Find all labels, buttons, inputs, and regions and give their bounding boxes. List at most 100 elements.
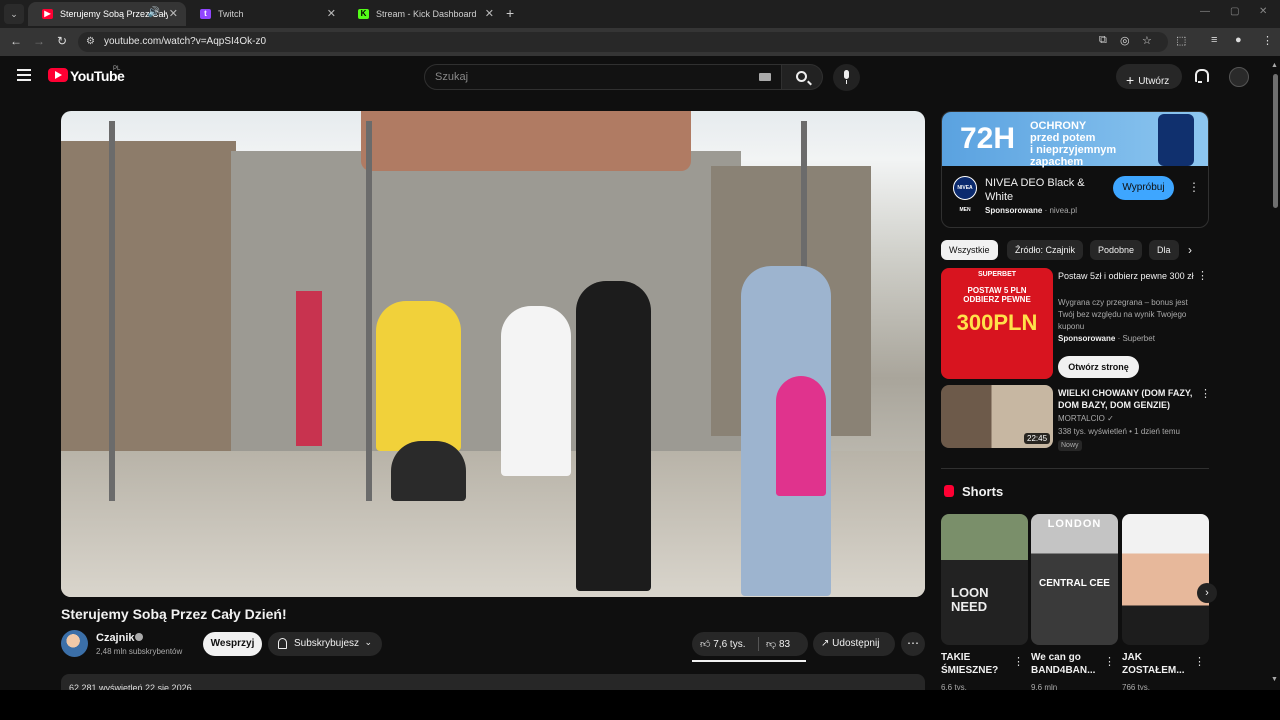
short-title[interactable]: TAKIE ŚMIESZNE? bbox=[941, 651, 1011, 677]
sponsored-label: Sponsorowane bbox=[1058, 334, 1116, 343]
more-actions-button[interactable]: ⋯ bbox=[901, 632, 925, 656]
sponsored-ad-card[interactable]: 72H OCHRONY przed potem i nieprzyjemnym … bbox=[941, 111, 1209, 228]
like-count: 7,6 tys. bbox=[713, 639, 746, 650]
short-title[interactable]: We can go BAND4BAN... bbox=[1031, 651, 1101, 677]
more-options-icon[interactable]: ⋮ bbox=[1197, 269, 1208, 282]
more-options-icon[interactable]: ⋮ bbox=[1200, 387, 1211, 400]
short-title[interactable]: JAK ZOSTAŁEM... bbox=[1122, 651, 1192, 677]
more-options-icon[interactable]: ⋮ bbox=[1013, 655, 1024, 668]
filter-chips: Wszystkie Źródło: Czajnik Podobne Dla bbox=[941, 240, 1209, 260]
scene-person-yellow-hoodie bbox=[376, 301, 461, 451]
open-page-button[interactable]: Otwórz stronę bbox=[1058, 356, 1139, 378]
scroll-down-icon[interactable]: ▼ bbox=[1271, 676, 1278, 683]
verified-check-icon: ✓ bbox=[1107, 414, 1114, 423]
close-icon[interactable]: ✕ bbox=[327, 7, 336, 20]
subscriber-count: 2,48 mln subskrybentów bbox=[96, 647, 183, 656]
channel-name[interactable]: Czajnik bbox=[96, 632, 135, 644]
nivea-logo[interactable]: NIVEA MEN bbox=[953, 176, 977, 213]
search-input[interactable]: Szukaj bbox=[424, 64, 782, 90]
plus-icon: + bbox=[1126, 72, 1135, 88]
create-button[interactable]: + Utwórz bbox=[1116, 64, 1182, 89]
search-button[interactable] bbox=[782, 64, 823, 90]
chip-for-you[interactable]: Dla bbox=[1149, 240, 1179, 260]
notifications-bell-icon[interactable] bbox=[1194, 69, 1209, 83]
profile-icon[interactable]: ● bbox=[1235, 34, 1242, 46]
close-icon[interactable]: ✕ bbox=[485, 7, 494, 20]
ad-video-title[interactable]: Postaw 5zł i odbierz pewne 300 zł bbox=[1058, 270, 1194, 282]
page-scrollbar[interactable]: ▲ ▼ bbox=[1270, 62, 1280, 690]
like-button[interactable]: 👍︎ 7,6 tys. bbox=[700, 638, 745, 650]
ad-banner-text: OCHRONY przed potem i nieprzyjemnym zapa… bbox=[1030, 120, 1116, 168]
more-options-icon[interactable]: ⋮ bbox=[1194, 655, 1205, 668]
browser-tab-strip: ⌄ ▶ Sterujemy Sobą Przez Cały D 🔊 ✕ t Tw… bbox=[0, 0, 1280, 28]
hamburger-menu-icon[interactable] bbox=[17, 69, 31, 81]
ad-title[interactable]: NIVEA DEO Black & White bbox=[985, 176, 1095, 204]
shorts-icon bbox=[944, 485, 954, 497]
share-button[interactable]: ↗ Udostępnij bbox=[813, 632, 895, 656]
ad-more-icon[interactable]: ⋮ bbox=[1188, 180, 1200, 194]
superbet-ad-thumbnail[interactable]: SUPERBET POSTAW 5 PLN ODBIERZ PEWNE 300P… bbox=[941, 268, 1053, 379]
youtube-header: YouTube PL Szukaj + Utwórz bbox=[0, 56, 1280, 98]
try-button[interactable]: Wypróbuj bbox=[1113, 176, 1174, 200]
dislike-button[interactable]: 👎︎ 83 bbox=[766, 638, 790, 650]
chip-from-channel[interactable]: Źródło: Czajnik bbox=[1007, 240, 1084, 260]
video-title: Sterujemy Sobą Przez Cały Dzień! bbox=[61, 606, 287, 622]
minimize-icon[interactable]: — bbox=[1200, 6, 1210, 17]
short-thumbnail[interactable]: LOON NEED bbox=[941, 514, 1028, 645]
tab-search-button[interactable]: ⌄ bbox=[4, 4, 24, 24]
short-overlay-text: CENTRAL CEE bbox=[1039, 578, 1110, 589]
chip-all[interactable]: Wszystkie bbox=[941, 240, 998, 260]
tab-youtube[interactable]: ▶ Sterujemy Sobą Przez Cały D 🔊 ✕ bbox=[28, 2, 186, 26]
extensions-icon[interactable]: ⬚ bbox=[1176, 34, 1186, 47]
verified-check-icon bbox=[135, 633, 143, 641]
youtube-logo-icon[interactable] bbox=[48, 68, 68, 82]
tab-kick[interactable]: K Stream - Kick Dashboard ✕ bbox=[344, 2, 502, 26]
country-code: PL bbox=[113, 66, 121, 72]
ad-description: Wygrana czy przegrana – bonus jest Twój … bbox=[1058, 298, 1188, 331]
more-options-icon[interactable]: ⋮ bbox=[1104, 655, 1115, 668]
window-close-icon[interactable]: ✕ bbox=[1259, 6, 1267, 17]
recommended-channel[interactable]: MORTALCIO ✓ bbox=[1058, 413, 1114, 425]
new-badge: Nowy bbox=[1058, 440, 1082, 451]
video-duration: 22:45 bbox=[1024, 433, 1051, 444]
install-app-icon[interactable]: ⧉ bbox=[1099, 34, 1107, 47]
bookmark-star-icon[interactable]: ☆ bbox=[1142, 34, 1152, 47]
scrollbar-thumb[interactable] bbox=[1273, 74, 1278, 208]
scroll-up-icon[interactable]: ▲ bbox=[1271, 62, 1278, 69]
close-icon[interactable]: ✕ bbox=[169, 7, 178, 20]
share-icon: ↗ bbox=[821, 638, 830, 649]
recommended-video-title[interactable]: WIELKI CHOWANY (DOM FAZY, DOM BAZY, DOM … bbox=[1058, 387, 1194, 411]
site-info-icon[interactable]: ⚙ bbox=[86, 36, 95, 47]
reload-icon[interactable]: ↻ bbox=[57, 34, 67, 48]
chip-related[interactable]: Podobne bbox=[1090, 240, 1143, 260]
ad-banner-line: OCHRONY bbox=[1030, 120, 1087, 132]
channel-name[interactable]: MORTALCIO bbox=[1058, 414, 1105, 423]
channel-avatar[interactable] bbox=[61, 630, 88, 657]
maximize-icon[interactable]: ▢ bbox=[1230, 6, 1239, 17]
chrome-menu-icon[interactable]: ⋮ bbox=[1262, 34, 1273, 47]
tab-twitch[interactable]: t Twitch ✕ bbox=[186, 2, 344, 26]
divider bbox=[758, 637, 759, 651]
new-tab-button[interactable]: + bbox=[506, 5, 514, 21]
chevron-right-icon[interactable]: › bbox=[1197, 583, 1217, 603]
video-player[interactable] bbox=[61, 111, 925, 597]
ad-banner-image[interactable]: 72H OCHRONY przed potem i nieprzyjemnym … bbox=[942, 112, 1208, 168]
url-text[interactable]: youtube.com/watch?v=AqpSI4Ok-z0 bbox=[104, 36, 266, 47]
address-bar[interactable]: ⚙ youtube.com/watch?v=AqpSI4Ok-z0 bbox=[78, 32, 1168, 52]
recommended-meta: 338 tys. wyświetleń • 1 dzień temu bbox=[1058, 427, 1180, 436]
short-thumbnail[interactable]: LONDON CENTRAL CEE bbox=[1031, 514, 1118, 645]
support-button[interactable]: Wesprzyj bbox=[203, 632, 262, 656]
keyboard-icon[interactable] bbox=[759, 73, 771, 81]
tracking-protection-icon[interactable]: ◎ bbox=[1120, 34, 1130, 47]
short-thumbnail[interactable] bbox=[1122, 514, 1209, 645]
subscribed-button[interactable]: Subskrybujesz ⌄ bbox=[268, 632, 382, 656]
chevron-right-icon[interactable]: › bbox=[1188, 243, 1192, 257]
back-icon[interactable]: ← bbox=[10, 34, 22, 48]
account-avatar[interactable] bbox=[1229, 67, 1249, 87]
voice-search-icon[interactable] bbox=[833, 64, 860, 91]
search-placeholder: Szukaj bbox=[435, 71, 469, 83]
forward-icon[interactable]: → bbox=[33, 34, 45, 48]
search-icon bbox=[796, 71, 807, 82]
speaker-icon[interactable]: 🔊 bbox=[148, 7, 160, 18]
reading-list-icon[interactable]: ≡ bbox=[1211, 34, 1217, 46]
